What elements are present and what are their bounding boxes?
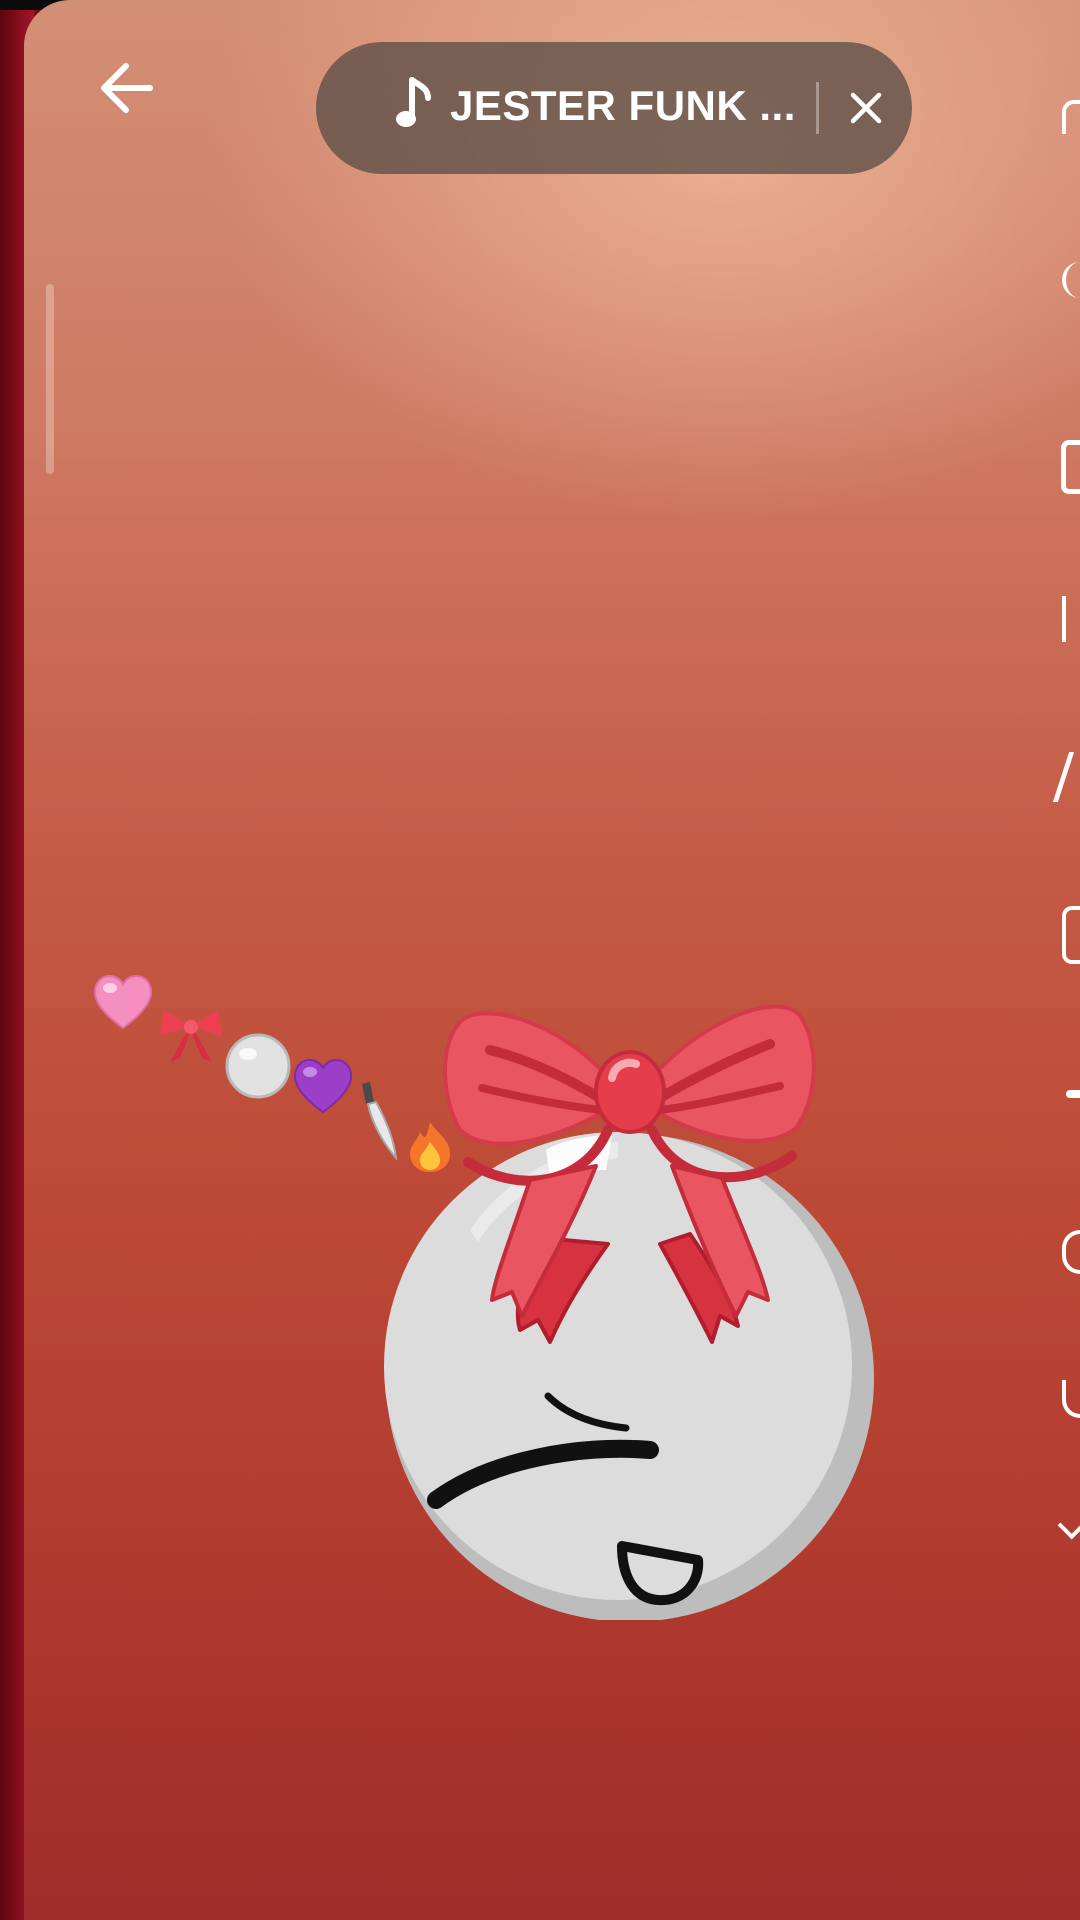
tool-stub[interactable]	[1062, 100, 1080, 134]
story-canvas[interactable]: JESTER FUNK ...	[24, 0, 1080, 1920]
pill-divider	[816, 82, 819, 134]
tool-stub[interactable]	[1062, 596, 1080, 642]
character-sticker[interactable]	[360, 980, 900, 1622]
music-title: JESTER FUNK ...	[450, 82, 796, 129]
character-illustration	[384, 1004, 874, 1622]
music-sticker-pill[interactable]: JESTER FUNK ...	[316, 42, 912, 174]
tool-stub[interactable]	[1052, 752, 1080, 802]
arrow-left-icon	[101, 63, 153, 113]
white-circle-emoji	[225, 1033, 291, 1099]
close-icon	[850, 92, 882, 124]
music-note-icon	[396, 77, 431, 127]
tool-stub[interactable]	[1062, 906, 1080, 964]
remove-music-button[interactable]	[840, 82, 892, 134]
tool-stub[interactable]	[1061, 440, 1080, 494]
tool-stub[interactable]	[1062, 1230, 1080, 1274]
tool-stub[interactable]	[1062, 262, 1080, 298]
purple-heart-emoji	[293, 1059, 353, 1114]
tool-stub[interactable]	[1057, 1512, 1080, 1540]
editor-toolbar	[1052, 0, 1080, 1920]
scroll-indicator[interactable]	[46, 284, 54, 474]
pink-heart-emoji	[93, 975, 153, 1030]
tool-stub[interactable]	[1062, 1380, 1080, 1418]
ribbon-emoji	[160, 1010, 222, 1062]
tool-stub[interactable]	[1066, 1090, 1080, 1098]
back-button[interactable]	[90, 52, 162, 124]
